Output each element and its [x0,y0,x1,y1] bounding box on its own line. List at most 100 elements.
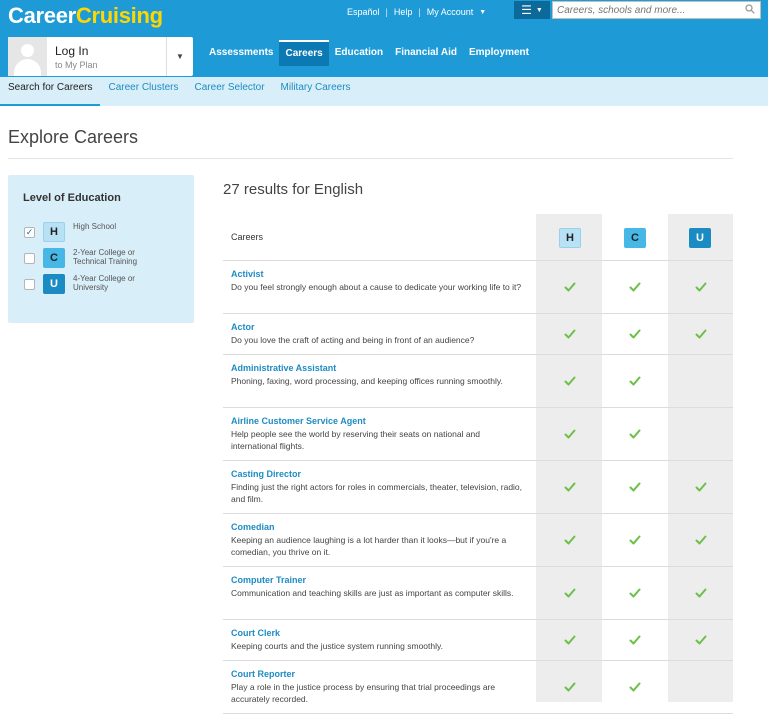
help-link[interactable]: Help [394,7,413,17]
career-link[interactable]: Activist [231,269,264,279]
nav-tab-careers[interactable]: Careers [279,40,329,66]
espanol-link[interactable]: Español [347,7,380,17]
check-icon [695,329,707,338]
page-title: Explore Careers [8,127,139,147]
table-row: Computer Trainer Communication and teachi… [223,567,733,620]
check-icon [564,429,576,438]
check-icon [564,282,576,291]
career-link[interactable]: Casting Director [231,469,301,479]
education-filter-panel: Level of Education ✓ H High School C 2-Y… [8,175,194,323]
career-description: Communication and teaching skills are ju… [231,588,514,598]
career-description: Play a role in the justice process by en… [231,682,496,704]
check-icon [564,376,576,385]
avatar-body-shape [14,59,41,76]
caret-down-icon: ▼ [176,52,184,61]
check-icon [695,482,707,491]
career-description: Do you feel strongly enough about a caus… [231,282,522,292]
logo-text-cruising: Cruising [75,3,163,28]
column-badge-u: U [689,228,711,248]
career-description: Keeping courts and the justice system ru… [231,641,443,651]
check-icon [629,588,641,597]
career-link[interactable]: Airline Customer Service Agent [231,416,366,426]
careers-column-header: Careers [231,232,264,242]
results-count: 27 results for English [223,181,364,198]
career-link[interactable]: Computer Trainer [231,575,306,585]
table-row: Casting Director Finding just the right a… [223,461,733,514]
check-icon [564,535,576,544]
badge-c: C [43,248,65,268]
check-icon [629,535,641,544]
search-icon[interactable] [745,4,755,14]
subnav-search-for-careers[interactable]: Search for Careers [0,77,101,106]
career-description: Help people see the world by reserving t… [231,429,481,451]
filter-label: 2-Year College or Technical Training [73,248,138,266]
career-link[interactable]: Court Clerk [231,628,280,638]
check-icon [564,588,576,597]
nav-tab-assessments[interactable]: Assessments [203,40,279,66]
check-icon [564,635,576,644]
check-icon [564,482,576,491]
checkbox-high-school[interactable]: ✓ [24,227,35,238]
check-icon [695,635,707,644]
badge-u: U [43,274,65,294]
logo[interactable]: CareerCruising [8,3,163,29]
avatar [8,37,47,76]
divider [8,158,733,159]
filter-label: 4-Year College or University [73,274,135,292]
check-icon [695,588,707,597]
check-icon [629,429,641,438]
checkbox-2-year-college[interactable] [24,253,35,264]
subnav-military-careers[interactable]: Military Careers [273,77,359,106]
list-icon: ☰ [521,3,532,17]
checkbox-4-year-college[interactable] [24,279,35,290]
chevron-down-icon[interactable]: ▼ [479,9,486,16]
divider: | [418,7,421,17]
check-icon [695,282,707,291]
subnav-career-selector[interactable]: Career Selector [187,77,273,106]
column-badge-c: C [624,228,646,248]
career-link[interactable]: Administrative Assistant [231,363,336,373]
check-icon [629,635,641,644]
login-title: Log In [55,44,89,58]
column-badge-h: H [559,228,581,248]
table-row: Actor Do you love the craft of acting and… [223,314,733,355]
nav-tab-education[interactable]: Education [329,40,389,66]
logo-text-career: Career [8,3,76,28]
divider: | [385,7,388,17]
check-icon [629,482,641,491]
filter-option-high-school[interactable]: ✓ H High School [24,222,153,242]
career-description: Phoning, faxing, word processing, and ke… [231,376,503,386]
table-row: Court Reporter Play a role in the justice… [223,661,733,714]
table-row: Activist Do you feel strongly enough abou… [223,261,733,314]
table-row: Court Clerk Keeping courts and the justic… [223,620,733,661]
career-description: Do you love the craft of acting and bein… [231,335,475,345]
filter-option-4-year-college[interactable]: U 4-Year College or University [24,274,153,294]
table-header: Careers H C U [223,214,733,261]
avatar-head-shape [21,44,34,57]
filter-heading: Level of Education [23,192,121,204]
filter-label: High School [73,222,117,231]
table-row: Administrative Assistant Phoning, faxing,… [223,355,733,408]
subnav-career-clusters[interactable]: Career Clusters [100,77,186,106]
list-menu-button[interactable]: ☰ ▼ [514,1,550,19]
check-icon [695,535,707,544]
search-box [552,1,761,19]
nav-tab-employment[interactable]: Employment [463,40,535,66]
check-icon [564,682,576,691]
career-link[interactable]: Court Reporter [231,669,295,679]
check-icon [629,682,641,691]
check-icon [629,376,641,385]
career-link[interactable]: Actor [231,322,255,332]
sub-nav: Search for Careers Career Clusters Caree… [0,77,768,106]
nav-tab-financial-aid[interactable]: Financial Aid [389,40,463,66]
my-account-link[interactable]: My Account [427,7,474,17]
login-box[interactable]: Log In to My Plan ▼ [8,37,193,76]
login-dropdown-button[interactable]: ▼ [166,37,193,76]
check-icon [629,282,641,291]
top-links: Español | Help | My Account ▼ [347,7,486,17]
search-input[interactable] [553,2,733,18]
career-link[interactable]: Comedian [231,522,275,532]
filter-option-2-year-college[interactable]: C 2-Year College or Technical Training [24,248,153,268]
login-subtitle: to My Plan [55,60,98,70]
table-row: Comedian Keeping an audience laughing is … [223,514,733,567]
